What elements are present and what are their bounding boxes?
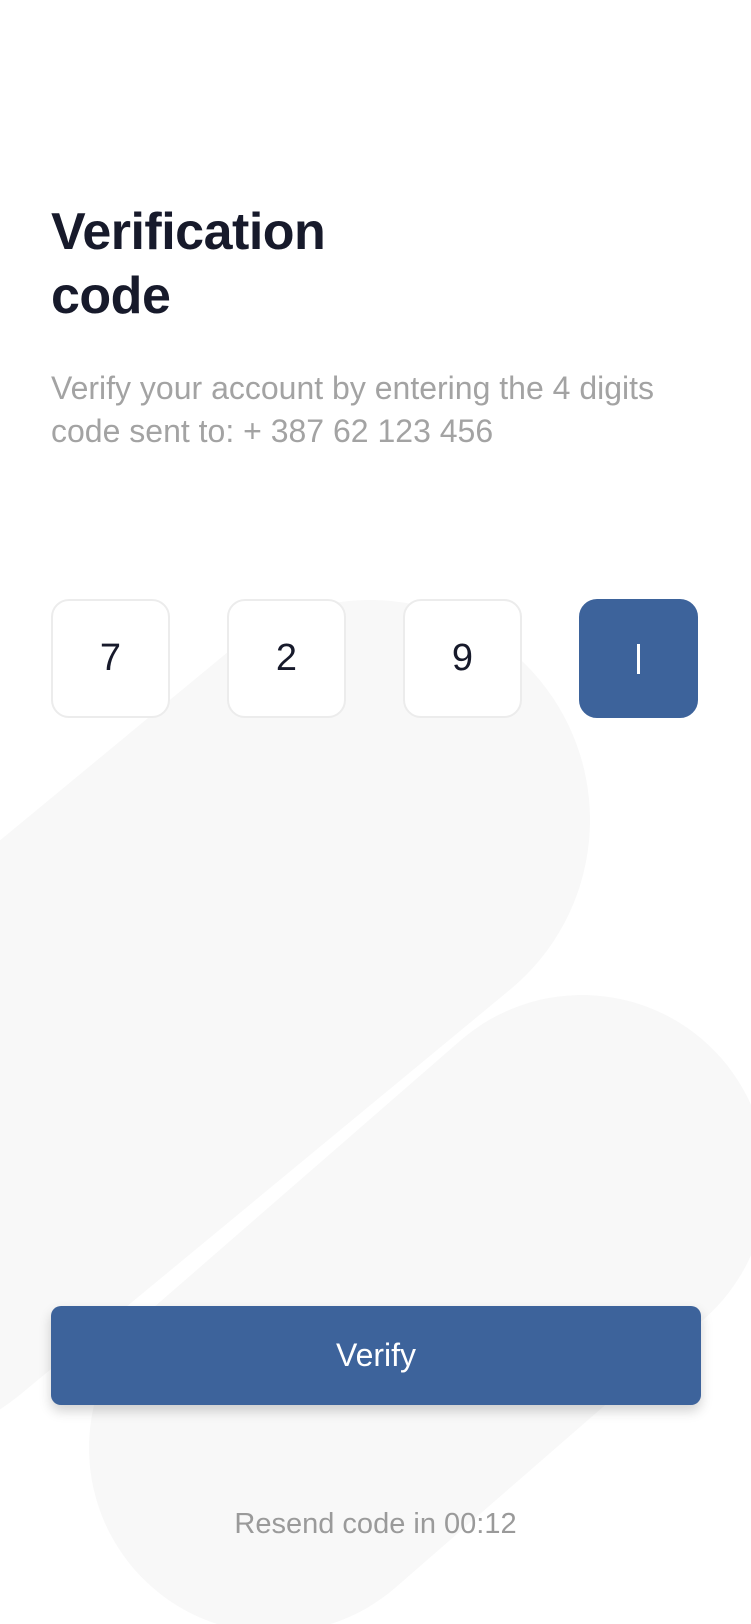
- verification-instructions: Verify your account by entering the 4 di…: [51, 370, 655, 449]
- code-digit-2[interactable]: 2: [227, 599, 346, 718]
- verify-button[interactable]: Verify: [51, 1306, 701, 1405]
- code-digit-4[interactable]: [579, 599, 698, 718]
- resend-countdown: Resend code in 00:12: [234, 1508, 517, 1540]
- page-title: Verification code: [51, 203, 326, 325]
- code-input-group: 7 2 9: [51, 599, 700, 719]
- code-digit-1[interactable]: 7: [51, 599, 170, 718]
- code-digit-3[interactable]: 9: [403, 599, 522, 718]
- text-cursor: [637, 643, 640, 674]
